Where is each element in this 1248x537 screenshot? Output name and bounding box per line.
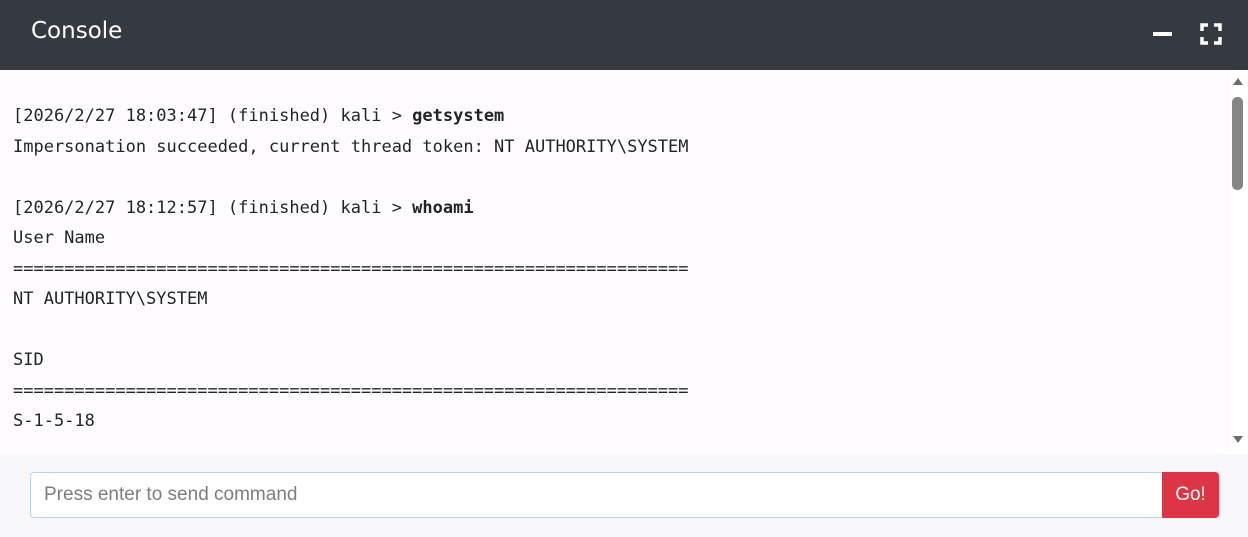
console-line: SID: [13, 350, 44, 370]
output-scrollbar[interactable]: [1230, 70, 1248, 454]
command-input[interactable]: [30, 472, 1162, 518]
scroll-down-arrow-icon[interactable]: [1233, 436, 1243, 443]
scroll-up-arrow-icon[interactable]: [1233, 78, 1243, 85]
console-line: [2026/2/27 18:12:57] (finished) kali > w…: [13, 197, 689, 228]
console-line: Impersonation succeeded, current thread …: [13, 136, 689, 157]
minimize-button[interactable]: [1150, 21, 1176, 47]
window-title: Console: [31, 18, 123, 44]
fullscreen-button[interactable]: [1198, 21, 1224, 47]
command-text: getsystem: [412, 106, 505, 126]
command-text: whoami: [412, 197, 474, 218]
output-lines: [2026/2/27 18:03:47] (finished) kali > g…: [13, 105, 689, 441]
console-window: Console [2026/2/27 18:03:47] (finished) …: [0, 0, 1248, 537]
command-prompt: [2026/2/27 18:12:57] (finished) kali >: [13, 197, 413, 218]
title-bar: Console: [0, 0, 1248, 70]
scroll-thumb[interactable]: [1232, 97, 1243, 190]
console-line: NT AUTHORITY\SYSTEM: [13, 289, 208, 309]
command-prompt: [2026/2/27 18:03:47] (finished) kali >: [13, 106, 413, 126]
console-line: User Name: [13, 228, 106, 248]
go-button[interactable]: Go!: [1162, 472, 1219, 518]
console-output[interactable]: [2026/2/27 18:03:47] (finished) kali > g…: [0, 70, 1230, 454]
fullscreen-icon: [1200, 23, 1222, 45]
minimize-icon: [1153, 32, 1172, 36]
console-line: [2026/2/27 18:03:47] (finished) kali > g…: [13, 105, 689, 136]
console-line: ========================================…: [13, 380, 689, 401]
console-line: S-1-5-18: [13, 411, 95, 431]
command-bar: Go!: [0, 454, 1248, 537]
console-line: ========================================…: [13, 258, 689, 279]
